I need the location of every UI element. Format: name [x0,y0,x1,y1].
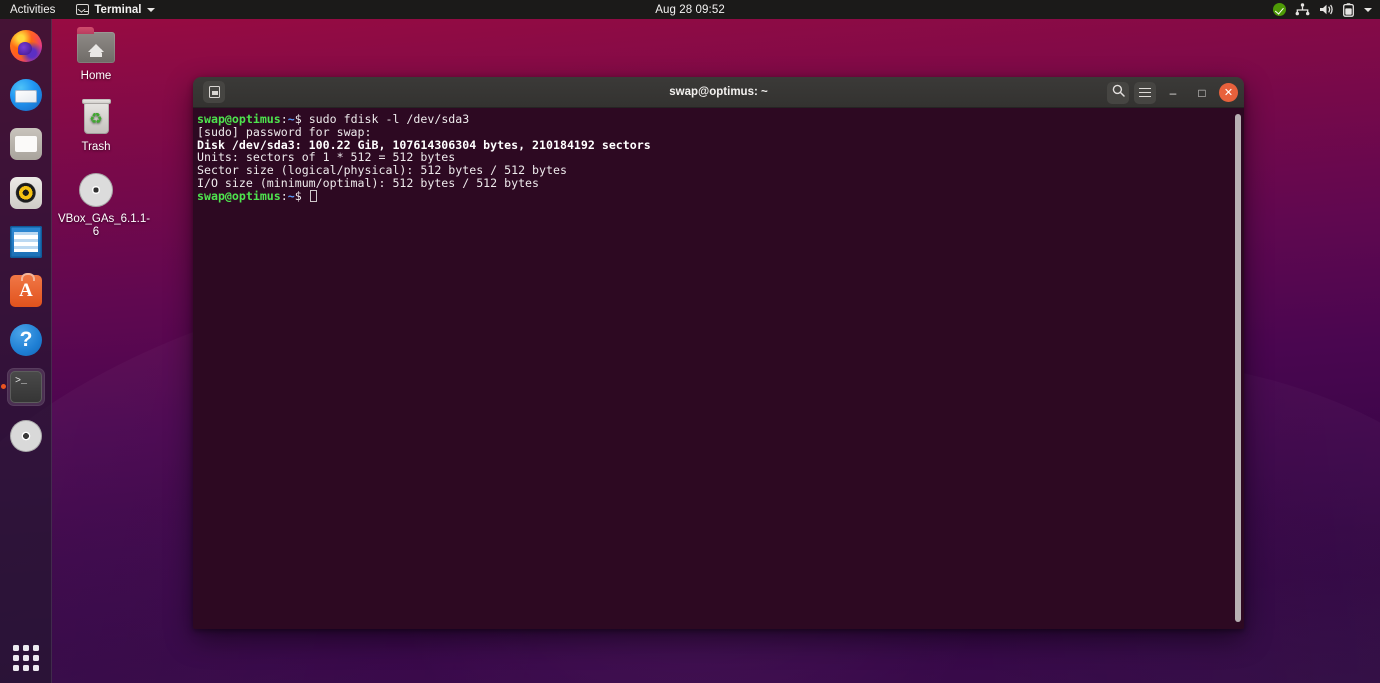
prompt-colon: : [280,188,288,203]
desktop-icon-trash-label: Trash [81,141,111,153]
terminal-cursor [309,189,317,202]
desktop-icon-home[interactable]: Home [58,26,134,83]
files-icon [10,128,42,160]
dock-item-firefox[interactable] [7,27,45,65]
dock-item-software[interactable] [7,272,45,310]
trash-icon: ♻ [58,98,134,138]
app-menu-button[interactable]: Terminal [67,0,164,19]
desktop-icon-trash[interactable]: ♻ Trash [58,98,134,154]
terminal-window: swap@optimus: ~ – □ ✕ swap@optimus:~$ su… [193,77,1244,629]
dock-item-help[interactable] [7,321,45,359]
show-applications-button[interactable] [13,645,39,671]
top-panel: Activities Terminal Aug 28 09:52 [0,0,1380,19]
disc-icon [58,170,134,210]
terminal-lines: swap@optimus:~$ sudo fdisk -l /dev/sda3[… [193,113,1244,203]
chevron-down-icon[interactable] [1364,7,1372,12]
dock-item-files[interactable] [7,125,45,163]
terminal-scrollbar-thumb[interactable] [1235,114,1241,622]
terminal-line: swap@optimus:~$ [195,188,1244,203]
prompt-sigil: $ [294,188,309,203]
search-button[interactable] [1107,81,1129,104]
terminal-titlebar[interactable]: swap@optimus: ~ – □ ✕ [193,77,1244,108]
maximize-button[interactable]: □ [1190,81,1214,105]
new-tab-button[interactable] [203,81,225,103]
clock-button[interactable]: Aug 28 09:52 [0,4,1380,16]
clock-label: Aug 28 09:52 [655,3,725,16]
search-icon [1112,84,1125,102]
volume-icon[interactable] [1319,3,1334,16]
desktop-icon-vbox-label: VBox_GAs_6.1.1-6 [58,213,151,238]
activities-label: Activities [10,3,56,16]
app-menu-label: Terminal [94,3,142,16]
dock-item-writer[interactable] [7,223,45,261]
close-button[interactable]: ✕ [1219,83,1238,102]
dock-item-terminal[interactable] [1,368,45,406]
battery-icon[interactable] [1343,2,1354,17]
dock-item-disc[interactable] [7,417,45,455]
terminal-scrollbar[interactable] [1232,111,1243,626]
maximize-icon: □ [1198,85,1206,100]
minimize-icon: – [1169,85,1177,100]
system-tray[interactable] [1273,0,1372,19]
terminal-title: swap@optimus: ~ [669,86,768,98]
thunderbird-icon [10,79,42,111]
new-tab-icon [208,86,220,98]
rhythmbox-icon [10,177,42,209]
chevron-down-icon [147,7,156,12]
close-icon: ✕ [1223,87,1234,99]
network-icon[interactable] [1295,3,1310,16]
dock [0,19,52,683]
disc-icon [10,420,42,452]
minimize-button[interactable]: – [1161,81,1185,105]
activities-button[interactable]: Activities [0,0,67,19]
terminal-line: I/O size (minimum/optimal): 512 bytes / … [195,177,1244,190]
firefox-icon [10,30,42,62]
prompt-path: ~ [287,188,295,203]
dock-item-rhythmbox[interactable] [7,174,45,212]
prompt-user-host: swap@optimus [197,188,281,203]
ubuntu-software-icon [10,273,42,307]
terminal-icon [10,371,42,403]
desktop-icon-vbox-guest-additions[interactable]: VBox_GAs_6.1.1-6 [58,170,151,239]
menu-button[interactable] [1134,81,1156,104]
desktop-icon-home-label: Home [80,70,112,82]
help-icon [10,324,42,356]
software-updates-icon[interactable] [1273,3,1286,16]
libreoffice-writer-icon [10,226,42,258]
hamburger-icon [1139,87,1151,98]
home-folder-icon [58,26,134,67]
terminal-output-area[interactable]: swap@optimus:~$ sudo fdisk -l /dev/sda3[… [193,108,1244,629]
dock-item-thunderbird[interactable] [7,76,45,114]
terminal-icon [76,4,90,15]
